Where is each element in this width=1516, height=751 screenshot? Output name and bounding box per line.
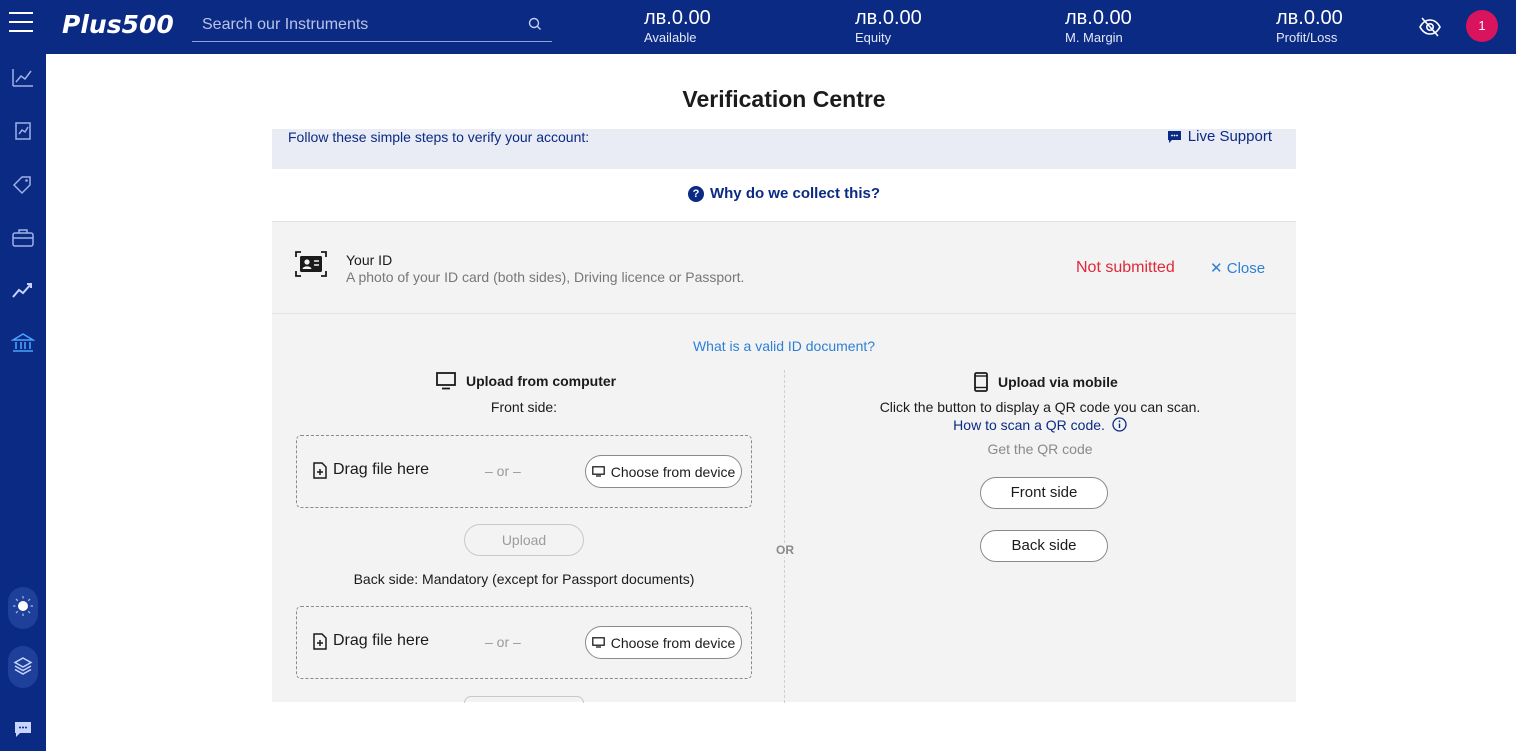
top-bar: Plus500 лв.0.00 Available лв.0.00 Equity… xyxy=(0,0,1516,54)
how-to-scan-link[interactable]: How to scan a QR code. xyxy=(784,417,1296,433)
menu-icon[interactable] xyxy=(9,12,33,32)
choose-from-device-button[interactable]: Choose from device xyxy=(585,455,742,488)
mobile-phone-icon xyxy=(974,372,988,392)
page-title: Verification Centre xyxy=(682,86,886,112)
sidebar xyxy=(0,54,46,751)
chat-bubble-icon xyxy=(1167,130,1181,143)
sidebar-trend-icon[interactable] xyxy=(11,278,35,302)
stat-label: Available xyxy=(644,30,697,45)
upload-mobile-label: Upload via mobile xyxy=(998,374,1118,390)
sun-icon xyxy=(13,596,33,616)
search-input[interactable] xyxy=(192,10,512,40)
stat-equity: лв.0.00 Equity xyxy=(855,6,922,46)
valid-id-link[interactable]: What is a valid ID document? xyxy=(272,338,1296,354)
drag-file-label: Drag file here xyxy=(333,632,430,649)
how-to-scan-label: How to scan a QR code. xyxy=(953,417,1105,433)
front-side-label: Front side: xyxy=(490,399,558,415)
stat-available: лв.0.00 Available xyxy=(644,6,711,46)
mobile-instruction: Click the button to display a QR code yo… xyxy=(879,399,1201,415)
file-add-icon xyxy=(313,461,327,479)
id-card-icon xyxy=(294,250,328,283)
close-icon: ✕ xyxy=(1210,260,1223,277)
monitor-icon xyxy=(591,637,605,648)
stat-label: M. Margin xyxy=(1065,30,1123,45)
get-qr-label: Get the QR code xyxy=(987,441,1093,457)
upload-button-back[interactable] xyxy=(464,696,584,703)
upload-computer-heading: Upload from computer xyxy=(436,372,616,390)
stat-value: лв.0.00 xyxy=(1276,7,1343,29)
back-side-label: Back side: Mandatory (except for Passpor… xyxy=(353,571,695,587)
stat-profit-loss: лв.0.00 Profit/Loss xyxy=(1276,6,1343,46)
sidebar-tag-icon[interactable] xyxy=(11,172,35,196)
search-icon[interactable] xyxy=(528,17,542,36)
upload-button[interactable]: Upload xyxy=(464,524,584,556)
status-badge: Not submitted xyxy=(1076,259,1175,276)
front-dropzone[interactable]: Drag file here – or – Choose from device xyxy=(296,435,752,508)
id-description: A photo of your ID card (both sides), Dr… xyxy=(346,269,745,285)
notification-badge[interactable]: 1 xyxy=(1466,10,1498,42)
close-button[interactable]: ✕ Close xyxy=(1210,259,1265,277)
id-title: Your ID xyxy=(346,252,393,268)
close-label: Close xyxy=(1226,260,1266,277)
front-side-qr-button[interactable]: Front side xyxy=(980,477,1108,509)
question-icon: ? xyxy=(687,186,704,202)
sidebar-briefcase-icon[interactable] xyxy=(11,226,35,250)
why-collect-label: Why do we collect this? xyxy=(709,185,881,202)
plus500-logo[interactable]: Plus500 xyxy=(62,10,174,39)
id-row[interactable]: Your ID A photo of your ID card (both si… xyxy=(272,222,1296,314)
sidebar-chart-icon[interactable] xyxy=(11,66,35,90)
hide-balance-icon[interactable] xyxy=(1418,15,1442,44)
theme-toggle[interactable] xyxy=(8,587,38,629)
stat-margin: лв.0.00 M. Margin xyxy=(1065,6,1132,46)
live-support-link[interactable]: Live Support xyxy=(1167,128,1272,145)
or-text: – or – xyxy=(485,463,521,479)
upload-computer-label: Upload from computer xyxy=(466,373,617,389)
choose-label: Choose from device xyxy=(610,463,736,480)
sidebar-orders-icon[interactable] xyxy=(11,119,35,143)
search-box[interactable] xyxy=(192,10,552,42)
stat-value: лв.0.00 xyxy=(1065,7,1132,29)
file-add-icon xyxy=(313,632,327,650)
monitor-icon xyxy=(591,466,605,477)
info-icon xyxy=(1112,417,1127,432)
live-support-label: Live Support xyxy=(1187,128,1272,145)
monitor-icon xyxy=(436,372,456,390)
id-verification-panel: Your ID A photo of your ID card (both si… xyxy=(272,221,1296,703)
drag-file-label: Drag file here xyxy=(333,461,430,478)
stat-value: лв.0.00 xyxy=(644,7,711,29)
or-separator: OR xyxy=(772,543,798,557)
steps-text: Follow these simple steps to verify your… xyxy=(288,129,590,145)
stat-value: лв.0.00 xyxy=(855,7,922,29)
why-collect-link[interactable]: ? Why do we collect this? xyxy=(272,185,1296,202)
back-dropzone[interactable]: Drag file here – or – Choose from device xyxy=(296,606,752,679)
or-text: – or – xyxy=(485,634,521,650)
chat-icon[interactable] xyxy=(11,717,35,741)
drag-file-text: Drag file here xyxy=(313,632,429,650)
stat-label: Profit/Loss xyxy=(1276,30,1338,45)
back-side-qr-button[interactable]: Back side xyxy=(980,530,1108,562)
choose-label: Choose from device xyxy=(610,634,736,651)
choose-from-device-button[interactable]: Choose from device xyxy=(585,626,742,659)
layers-icon xyxy=(13,657,33,675)
drag-file-text: Drag file here xyxy=(313,461,429,479)
layers-toggle[interactable] xyxy=(8,646,38,688)
sidebar-bank-icon[interactable] xyxy=(10,331,36,355)
stat-label: Equity xyxy=(855,30,892,45)
upload-mobile-heading: Upload via mobile xyxy=(974,372,1118,392)
steps-bar: Follow these simple steps to verify your… xyxy=(272,128,1296,169)
